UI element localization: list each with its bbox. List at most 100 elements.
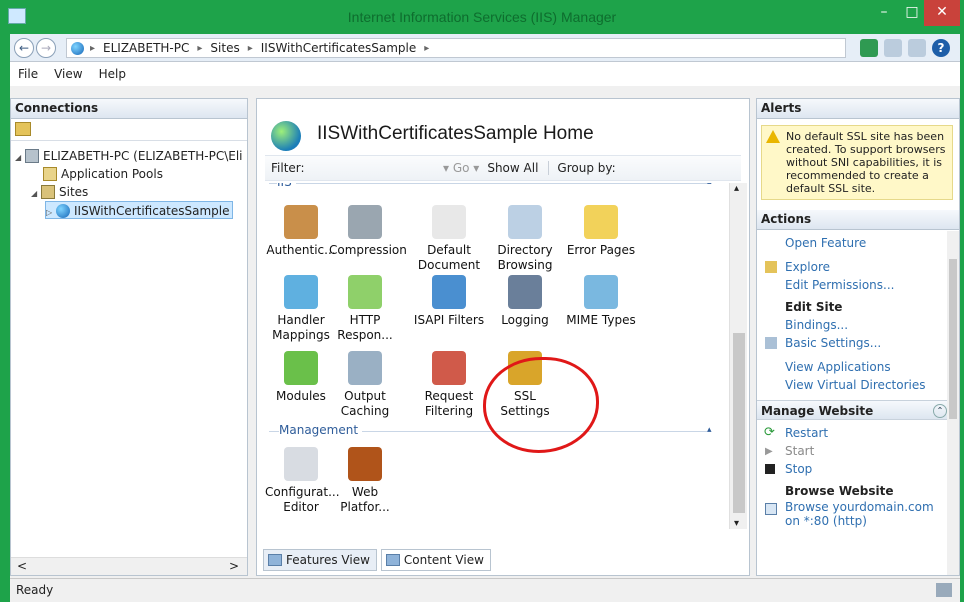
collapse-group-icon[interactable]: ▴ (707, 183, 712, 187)
page-title: IISWithCertificatesSample Home (317, 123, 594, 144)
tree-label: Sites (59, 185, 89, 199)
feature-label: Logging (501, 313, 549, 327)
minimize-button[interactable]: – (870, 0, 898, 26)
breadcrumb-site[interactable]: IISWithCertificatesSample (261, 41, 417, 55)
scroll-down-icon[interactable]: ▾ (734, 518, 739, 529)
request-filtering-icon (432, 351, 466, 385)
feature-default-document[interactable]: Default Document (413, 205, 485, 273)
http-response-icon (348, 275, 382, 309)
feature-error-pages[interactable]: Error Pages (565, 205, 637, 258)
feature-web-platform-installer[interactable]: Web Platfor... (329, 447, 401, 515)
action-label: Stop (785, 462, 813, 476)
feature-directory-browsing[interactable]: Directory Browsing (489, 205, 561, 273)
feature-label: Output Caching (340, 389, 390, 418)
section-label: Manage Website (761, 404, 874, 418)
action-start[interactable]: ▶ Start (757, 442, 959, 460)
close-button[interactable]: ✕ (924, 0, 960, 26)
filter-input[interactable]: Filter: (271, 161, 421, 175)
title-bar: Internet Information Services (IIS) Mana… (0, 0, 964, 34)
menu-help[interactable]: Help (99, 67, 126, 81)
feature-http-response[interactable]: HTTP Respon... (329, 275, 401, 343)
actions-scrollbar[interactable] (947, 231, 959, 575)
feature-modules[interactable]: Modules (265, 351, 337, 404)
tree-node-app-pools[interactable]: Application Pools (43, 165, 163, 183)
tree-node-server[interactable]: ◢ ELIZABETH-PC (ELIZABETH-PC\Eli (15, 147, 243, 165)
tab-content-view[interactable]: Content View (380, 549, 491, 571)
maximize-button[interactable]: □ (898, 0, 926, 26)
action-explore[interactable]: Explore (757, 258, 959, 276)
help-icon[interactable]: ? (932, 39, 950, 57)
connections-title: Connections (11, 99, 247, 119)
forward-button[interactable]: → (36, 38, 56, 58)
expand-arrow-icon[interactable]: ◢ (15, 149, 25, 167)
feature-label: Authentic... (266, 243, 336, 257)
feature-label: Web Platfor... (340, 485, 390, 514)
action-basic-settings[interactable]: Basic Settings... (757, 334, 959, 352)
tab-features-view[interactable]: Features View (263, 549, 377, 571)
feature-authentication[interactable]: Authentic... (265, 205, 337, 258)
breadcrumb[interactable]: ▸ ELIZABETH-PC ▸ Sites ▸ IISWithCertific… (66, 38, 846, 58)
action-view-applications[interactable]: View Applications (757, 358, 959, 376)
show-all-button[interactable]: Show All (487, 161, 538, 175)
feature-label: Compression (329, 243, 407, 257)
app-pool-icon (43, 167, 57, 181)
action-stop[interactable]: Stop (757, 460, 959, 478)
scroll-left-icon[interactable]: < (17, 559, 27, 573)
collapse-icon[interactable]: ⌃ (933, 404, 947, 418)
feature-compression[interactable]: Compression (329, 205, 407, 258)
basic-settings-icon (765, 337, 777, 349)
feature-isapi-filters[interactable]: ISAPI Filters (413, 275, 485, 328)
collapse-group-icon[interactable]: ▴ (707, 425, 712, 435)
group-label-management: Management (279, 423, 363, 437)
scroll-thumb[interactable] (949, 259, 957, 419)
feature-logging[interactable]: Logging (489, 275, 561, 328)
menu-view[interactable]: View (54, 67, 82, 81)
server-icon (25, 149, 39, 163)
group-by-dropdown[interactable]: Group by: (548, 161, 616, 175)
expand-arrow-icon[interactable]: ◢ (31, 185, 41, 203)
breadcrumb-separator: ▸ (247, 42, 253, 54)
client-area: Connections ◢ ELIZABETH-PC (ELIZABETH-PC\… (10, 86, 960, 578)
breadcrumb-server[interactable]: ELIZABETH-PC (103, 41, 189, 55)
view-tabs: Features View Content View (263, 549, 491, 571)
action-label: Browse yourdomain.com on *:80 (http) (785, 500, 934, 528)
start-page-icon[interactable] (15, 122, 31, 136)
breadcrumb-separator: ▸ (90, 42, 96, 54)
scroll-thumb[interactable] (733, 333, 745, 513)
breadcrumb-separator: ▸ (197, 42, 203, 54)
action-bindings[interactable]: Bindings... (757, 316, 959, 334)
feature-handler-mappings[interactable]: Handler Mappings (265, 275, 337, 343)
scroll-right-icon[interactable]: > (229, 559, 239, 573)
breadcrumb-sites[interactable]: Sites (210, 41, 239, 55)
connect-icon[interactable] (860, 39, 878, 57)
action-browse-link[interactable]: Browse yourdomain.com on *:80 (http) (757, 500, 959, 528)
back-button[interactable]: ← (14, 38, 34, 58)
connections-toolbar (11, 119, 247, 141)
vertical-scrollbar[interactable]: ▴ ▾ (729, 183, 747, 529)
feature-mime-types[interactable]: MIME Types (565, 275, 637, 328)
group-divider (269, 183, 707, 184)
scroll-up-icon[interactable]: ▴ (734, 183, 739, 194)
home-icon[interactable] (908, 39, 926, 57)
feature-output-caching[interactable]: Output Caching (329, 351, 401, 419)
modules-icon (284, 351, 318, 385)
action-restart[interactable]: ⟳ Restart (757, 424, 959, 442)
tree-node-site[interactable]: ▷ IISWithCertificatesSample (45, 201, 233, 219)
action-view-virtual-directories[interactable]: View Virtual Directories (757, 376, 959, 394)
action-open-feature[interactable]: Open Feature (757, 234, 959, 252)
horizontal-scrollbar[interactable]: < > (11, 557, 247, 575)
go-button[interactable]: ▾ Go ▾ (443, 161, 479, 175)
action-edit-permissions[interactable]: Edit Permissions... (757, 276, 959, 294)
action-label: Explore (785, 260, 831, 274)
feature-label: Default Document (417, 243, 481, 272)
expand-arrow-icon[interactable]: ▷ (46, 204, 56, 222)
tree-node-sites[interactable]: ◢ Sites (31, 183, 88, 201)
group-label-iis: IIS (277, 183, 296, 189)
restart-icon: ⟳ (764, 425, 775, 440)
menu-file[interactable]: File (18, 67, 38, 81)
browse-website-heading: Browse Website (785, 484, 894, 498)
isapi-filters-icon (432, 275, 466, 309)
feature-request-filtering[interactable]: Request Filtering (413, 351, 485, 419)
feature-configuration-editor[interactable]: Configurat... Editor (265, 447, 340, 515)
stop-icon[interactable] (884, 39, 902, 57)
